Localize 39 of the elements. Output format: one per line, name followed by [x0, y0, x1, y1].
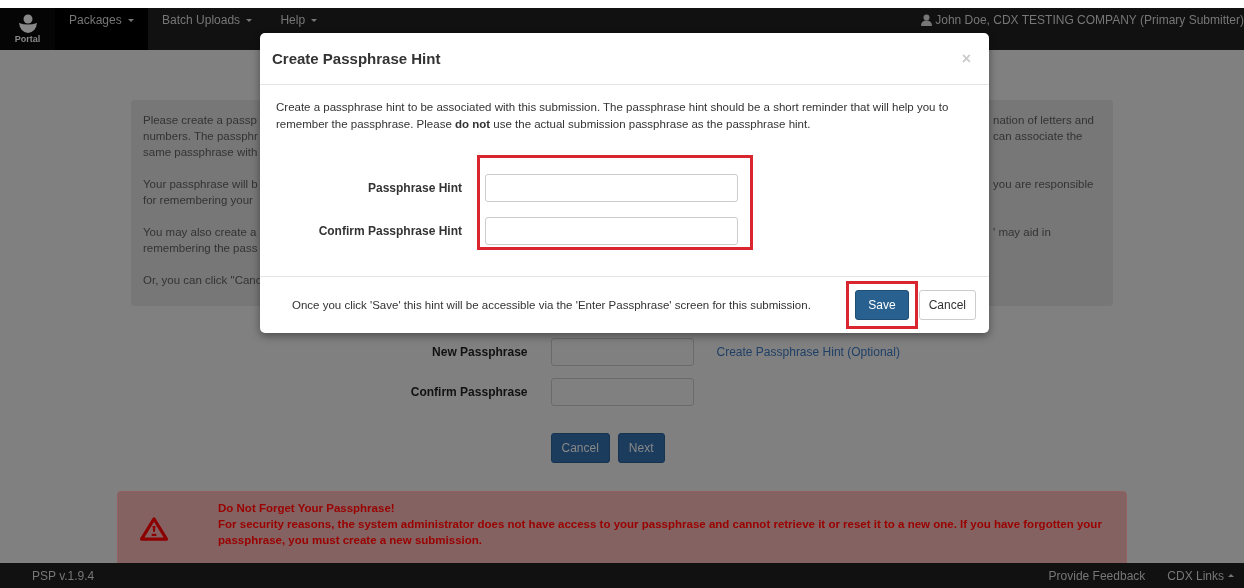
info-text: numbers. The passphr	[143, 130, 258, 142]
cancel-button[interactable]: Cancel	[918, 290, 976, 320]
warning-icon	[140, 514, 169, 544]
hint-input[interactable]	[485, 217, 738, 246]
alert-text: For security reasons, the system administrator does not have access to your passphrase and cannot retrieve it or reset it to a new one. If you have forgotten your passphrase, you must create a new submission.	[218, 517, 1103, 548]
info-text: you are responsible	[993, 178, 1095, 190]
hint-input[interactable]	[485, 173, 738, 202]
info-text: for remembering your	[143, 194, 254, 206]
version-text: PSP v.1.9.4	[32, 568, 95, 583]
dialog-title: Create Passphrase Hint	[272, 50, 441, 67]
info-text: Please create a passp	[143, 114, 258, 126]
hint-link[interactable]: Create Passphrase Hint (Optional)	[716, 345, 900, 359]
dialog-note: Once you click 'Save' this hint will be accessible via the 'Enter Passphrase' screen for this submission.	[292, 299, 811, 311]
logo-icon	[17, 14, 38, 34]
nav-menu[interactable]: Packages	[55, 8, 149, 50]
logo-text: Portal	[14, 34, 41, 44]
field-label: Passphrase Hint	[367, 180, 462, 195]
field-label: Confirm Passphrase Hint	[318, 224, 462, 239]
alert-title: Do Not Forget Your Passphrase!	[218, 501, 396, 516]
dialog-text: Create a passphrase hint to be associated with this submission. The passphrase hint should be a short reminder that will help you to remember the passphrase. Please do not use the actual submission passphrase as the passphrase hint.	[276, 100, 950, 132]
info-text: can associate the	[993, 130, 1084, 142]
info-text: ' may aid in	[993, 226, 1052, 238]
info-text: You may also create a	[143, 226, 258, 238]
info-text: Your passphrase will b	[143, 178, 258, 190]
info-text: Or, you can click "Canc	[143, 274, 258, 286]
field-label: Confirm Passphrase	[409, 385, 528, 399]
form-button[interactable]: Cancel	[550, 433, 610, 463]
info-text: remembering the pass	[143, 242, 258, 254]
save-button[interactable]: Save	[855, 290, 909, 320]
user-name[interactable]: John Doe, CDX TESTING COMPANY (Primary Submitter)	[935, 13, 1244, 27]
info-text: nation of letters and	[993, 114, 1095, 126]
footer-link[interactable]: Provide Feedback	[1048, 568, 1146, 583]
field-label: New Passphrase	[431, 345, 528, 359]
portal-logo[interactable]: Portal	[0, 8, 55, 50]
passphrase-input[interactable]	[550, 338, 694, 366]
user-icon	[921, 14, 933, 26]
form-button[interactable]: Next	[617, 433, 665, 463]
footer-link[interactable]: CDX Links	[1167, 568, 1234, 583]
info-text: same passphrase with	[143, 146, 258, 158]
